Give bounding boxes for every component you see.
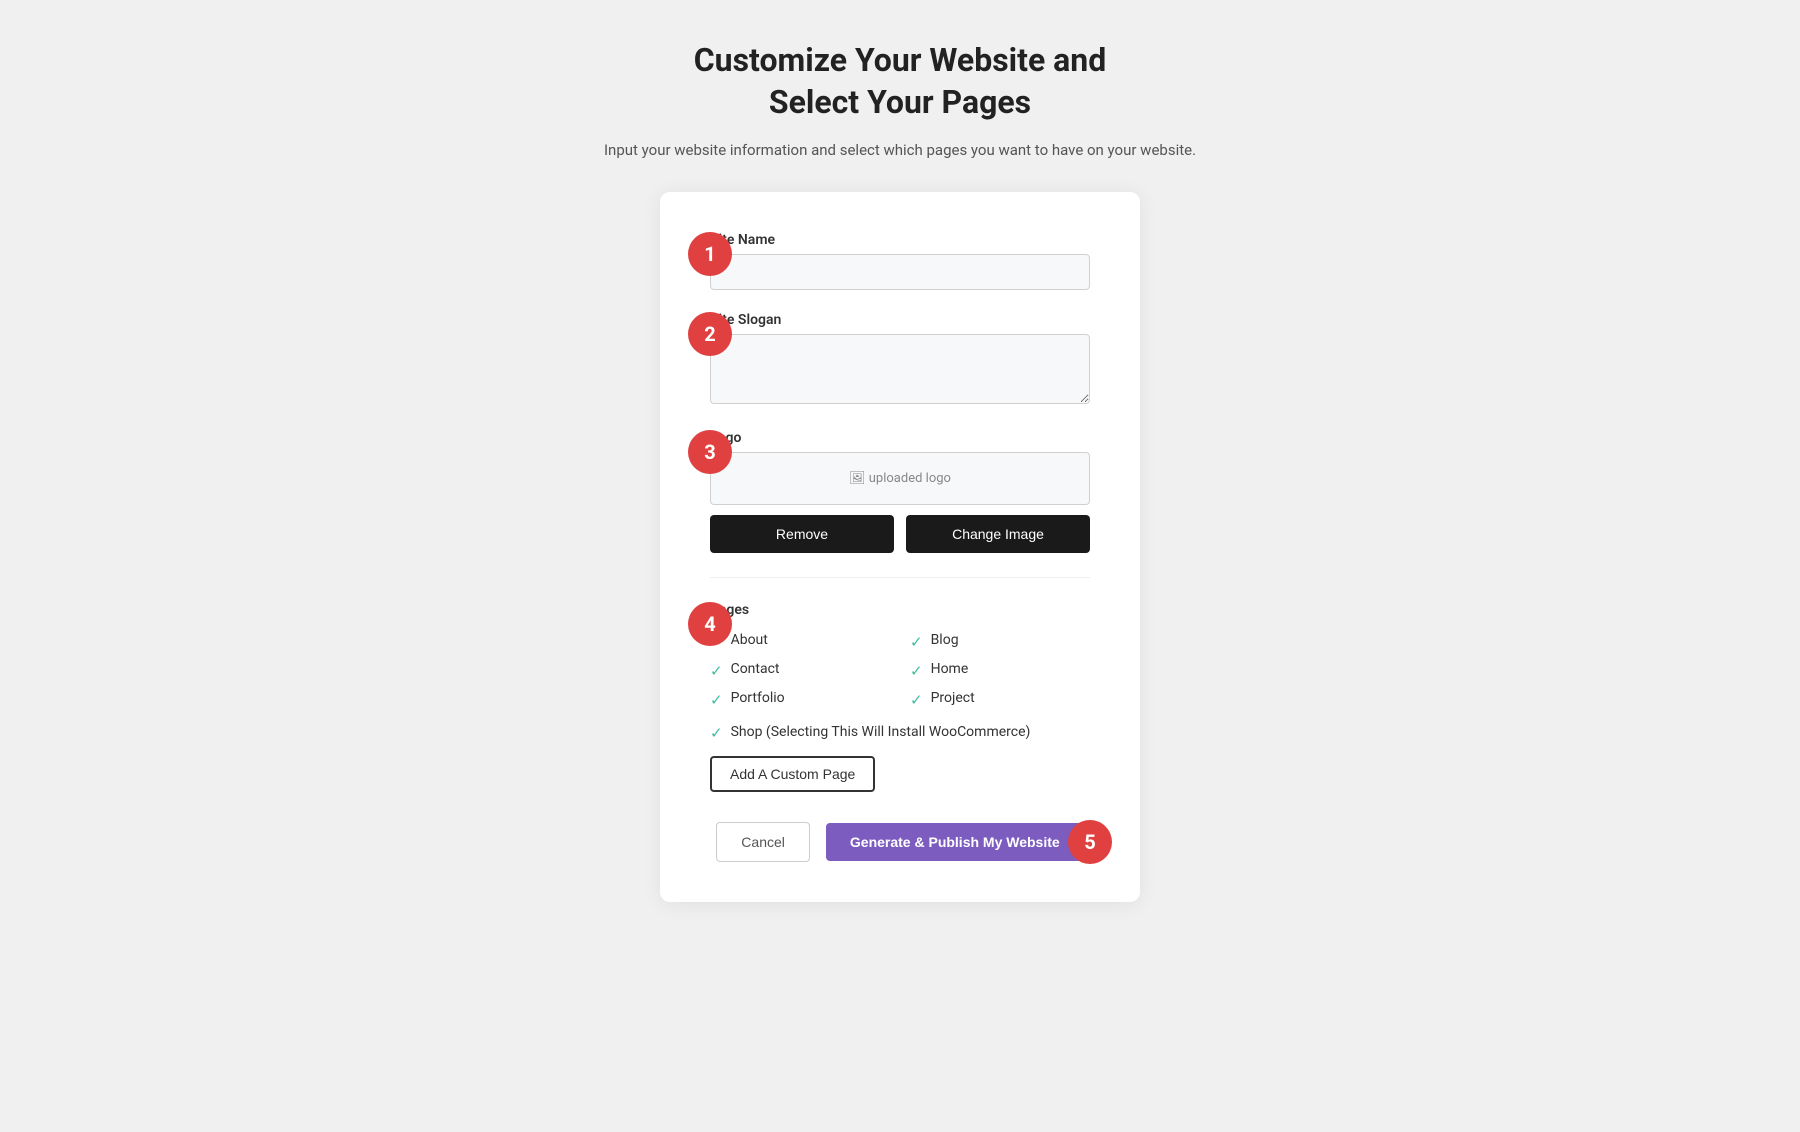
pages-section: 4 Pages ✓ About ✓ Blog ✓ Contact ✓ Home … — [710, 602, 1090, 793]
check-icon: ✓ — [910, 691, 923, 709]
page-item-label: Home — [931, 661, 969, 677]
site-name-input[interactable] — [710, 254, 1090, 290]
generate-publish-button[interactable]: Generate & Publish My Website — [826, 823, 1084, 861]
page-item-label: About — [731, 632, 768, 648]
page-header: Customize Your Website andSelect Your Pa… — [604, 40, 1196, 162]
list-item: ✓ Home — [910, 661, 1090, 680]
change-image-button[interactable]: Change Image — [906, 515, 1090, 553]
logo-buttons: Remove Change Image — [710, 515, 1090, 553]
site-slogan-input[interactable] — [710, 334, 1090, 404]
step-badge-2: 2 — [688, 312, 732, 356]
page-item-label: Contact — [731, 661, 780, 677]
pages-label: Pages — [710, 602, 1090, 618]
page-item-label: Portfolio — [731, 690, 785, 706]
list-item: ✓ About — [710, 632, 890, 651]
list-item: ✓ Contact — [710, 661, 890, 680]
add-custom-page-button[interactable]: Add A Custom Page — [710, 756, 875, 792]
site-name-section: 1 Site Name — [710, 232, 1090, 290]
step-badge-1: 1 — [688, 232, 732, 276]
list-item: ✓ Blog — [910, 632, 1090, 651]
page-item-label: Blog — [931, 632, 959, 648]
check-icon: ✓ — [710, 691, 723, 709]
shop-item-label: Shop (Selecting This Will Install WooCom… — [731, 723, 1031, 743]
check-icon: ✓ — [710, 724, 723, 742]
page-item-label: Project — [931, 690, 975, 706]
step-badge-4: 4 — [688, 602, 732, 646]
pages-grid: ✓ About ✓ Blog ✓ Contact ✓ Home ✓ Portfo… — [710, 632, 1090, 709]
logo-preview: 🖼 uploaded logo — [710, 452, 1090, 505]
form-card: 1 Site Name 2 Site Slogan 3 Logo 🖼 uploa… — [660, 192, 1140, 903]
page-title: Customize Your Website andSelect Your Pa… — [604, 40, 1196, 123]
site-name-label: Site Name — [710, 232, 1090, 248]
check-icon: ✓ — [910, 662, 923, 680]
remove-button[interactable]: Remove — [710, 515, 894, 553]
page-subtitle: Input your website information and selec… — [604, 139, 1196, 162]
cancel-button[interactable]: Cancel — [716, 822, 810, 862]
divider — [710, 577, 1090, 578]
check-icon: ✓ — [710, 662, 723, 680]
logo-label: Logo — [710, 430, 1090, 446]
logo-section: 3 Logo 🖼 uploaded logo Remove Change Ima… — [710, 430, 1090, 553]
list-item: ✓ Project — [910, 690, 1090, 709]
shop-item: ✓ Shop (Selecting This Will Install WooC… — [710, 723, 1090, 743]
form-footer: Cancel Generate & Publish My Website 5 — [710, 822, 1090, 862]
site-slogan-section: 2 Site Slogan — [710, 312, 1090, 408]
logo-preview-text: 🖼 uploaded logo — [849, 471, 951, 486]
site-slogan-label: Site Slogan — [710, 312, 1090, 328]
list-item: ✓ Portfolio — [710, 690, 890, 709]
step-badge-5: 5 — [1068, 820, 1112, 864]
step-badge-3: 3 — [688, 430, 732, 474]
check-icon: ✓ — [910, 633, 923, 651]
